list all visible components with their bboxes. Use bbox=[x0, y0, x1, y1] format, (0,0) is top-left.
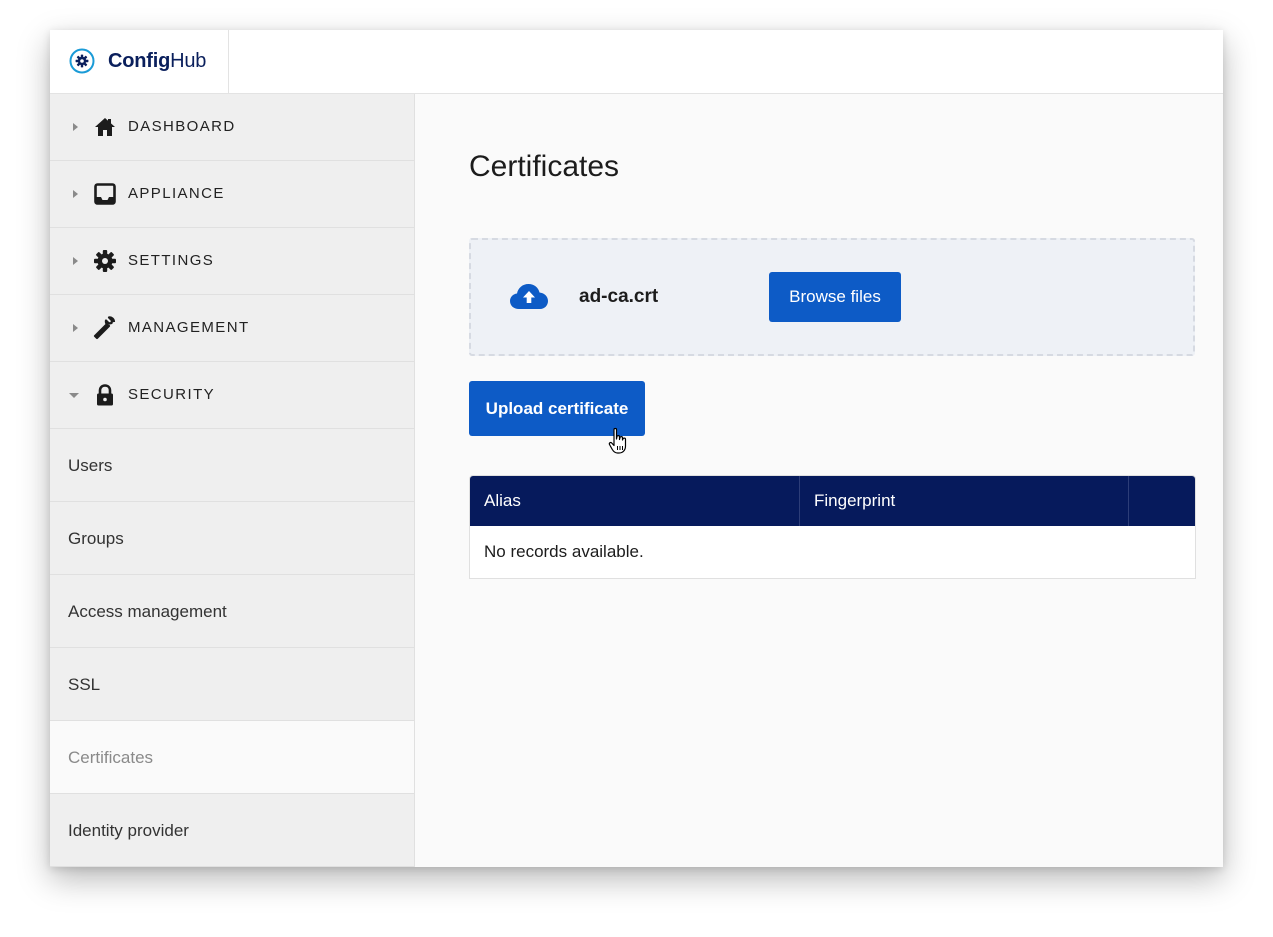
lock-icon bbox=[97, 384, 113, 406]
wrench-icon bbox=[93, 316, 116, 340]
sidebar-item-dashboard[interactable]: DASHBOARD bbox=[50, 94, 414, 161]
file-dropzone[interactable]: ad-ca.crt Browse files bbox=[469, 238, 1195, 356]
sidebar-item-label: Identity provider bbox=[68, 821, 189, 840]
sidebar-item-groups[interactable]: Groups bbox=[50, 502, 414, 575]
caret-right-icon bbox=[73, 324, 78, 332]
sidebar-item-label: SETTINGS bbox=[128, 252, 215, 269]
main-content: Certificates ad-ca.crt Browse files Uplo… bbox=[415, 94, 1223, 867]
sidebar-item-label: Access management bbox=[68, 602, 227, 621]
gear-icon bbox=[94, 250, 116, 272]
caret-right-icon bbox=[73, 257, 78, 265]
selected-file-name: ad-ca.crt bbox=[579, 286, 659, 307]
table-empty-message: No records available. bbox=[484, 542, 644, 561]
brand-name: ConfigHub bbox=[108, 50, 207, 72]
sidebar-item-security[interactable]: SECURITY bbox=[50, 362, 414, 429]
sidebar-item-identity-provider[interactable]: Identity provider bbox=[50, 794, 414, 867]
column-header-alias[interactable]: Alias bbox=[470, 476, 800, 526]
sidebar-item-label: SSL bbox=[68, 675, 101, 694]
page-title: Certificates bbox=[469, 150, 620, 183]
certificates-table: Alias Fingerprint No records available. bbox=[469, 475, 1196, 579]
top-bar: ConfigHub bbox=[50, 30, 1223, 94]
caret-down-icon bbox=[69, 393, 79, 398]
column-header-fingerprint[interactable]: Fingerprint bbox=[800, 476, 1129, 526]
sidebar-item-settings[interactable]: SETTINGS bbox=[50, 228, 414, 295]
inbox-icon bbox=[94, 183, 116, 205]
sidebar-item-label: APPLIANCE bbox=[128, 185, 225, 202]
cloud-upload-icon bbox=[510, 284, 548, 309]
sidebar: DASHBOARD APPLIANCE SETTINGS MANAGEMENT … bbox=[50, 94, 415, 867]
brand[interactable]: ConfigHub bbox=[50, 30, 229, 93]
sidebar-item-label: SECURITY bbox=[128, 386, 216, 403]
sidebar-item-label: Certificates bbox=[68, 748, 154, 767]
sidebar-item-appliance[interactable]: APPLIANCE bbox=[50, 161, 414, 228]
browse-files-button[interactable]: Browse files bbox=[769, 272, 901, 322]
column-header-actions bbox=[1129, 476, 1195, 526]
sidebar-item-label: Users bbox=[68, 456, 113, 475]
sidebar-item-users[interactable]: Users bbox=[50, 429, 414, 502]
confighub-logo-icon bbox=[69, 48, 95, 74]
sidebar-item-management[interactable]: MANAGEMENT bbox=[50, 295, 414, 362]
table-header: Alias Fingerprint bbox=[470, 476, 1195, 526]
sidebar-item-label: DASHBOARD bbox=[128, 118, 236, 135]
hand-pointer-cursor-icon bbox=[608, 427, 627, 454]
home-icon bbox=[95, 118, 115, 136]
sidebar-item-certificates[interactable]: Certificates bbox=[50, 721, 414, 794]
caret-right-icon bbox=[73, 190, 78, 198]
app-window: ConfigHub DASHBOARD APPLIANCE SETTINGS M… bbox=[50, 30, 1223, 867]
caret-right-icon bbox=[73, 123, 78, 131]
sidebar-item-access-management[interactable]: Access management bbox=[50, 575, 414, 648]
sidebar-item-ssl[interactable]: SSL bbox=[50, 648, 414, 721]
sidebar-item-label: Groups bbox=[68, 529, 124, 548]
sidebar-item-label: MANAGEMENT bbox=[128, 319, 250, 336]
